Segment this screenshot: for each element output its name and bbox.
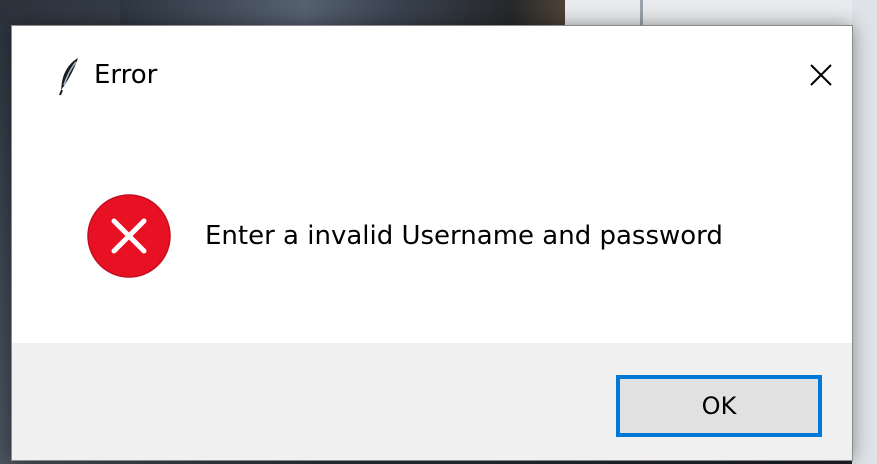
dialog-titlebar[interactable]: Error xyxy=(12,26,852,126)
feather-icon xyxy=(59,56,81,96)
dialog-content: Enter a invalid Username and password xyxy=(12,126,852,343)
dialog-footer: OK xyxy=(12,343,852,460)
error-icon xyxy=(87,194,171,278)
ok-button[interactable]: OK xyxy=(616,375,822,437)
error-message: Enter a invalid Username and password xyxy=(205,221,723,251)
close-icon xyxy=(810,64,832,86)
dialog-title: Error xyxy=(94,60,158,90)
background-window-strip xyxy=(852,0,877,464)
close-button[interactable] xyxy=(798,52,844,98)
error-dialog: Error Enter a invalid Username and passw… xyxy=(12,26,852,460)
ok-button-label: OK xyxy=(701,392,737,420)
